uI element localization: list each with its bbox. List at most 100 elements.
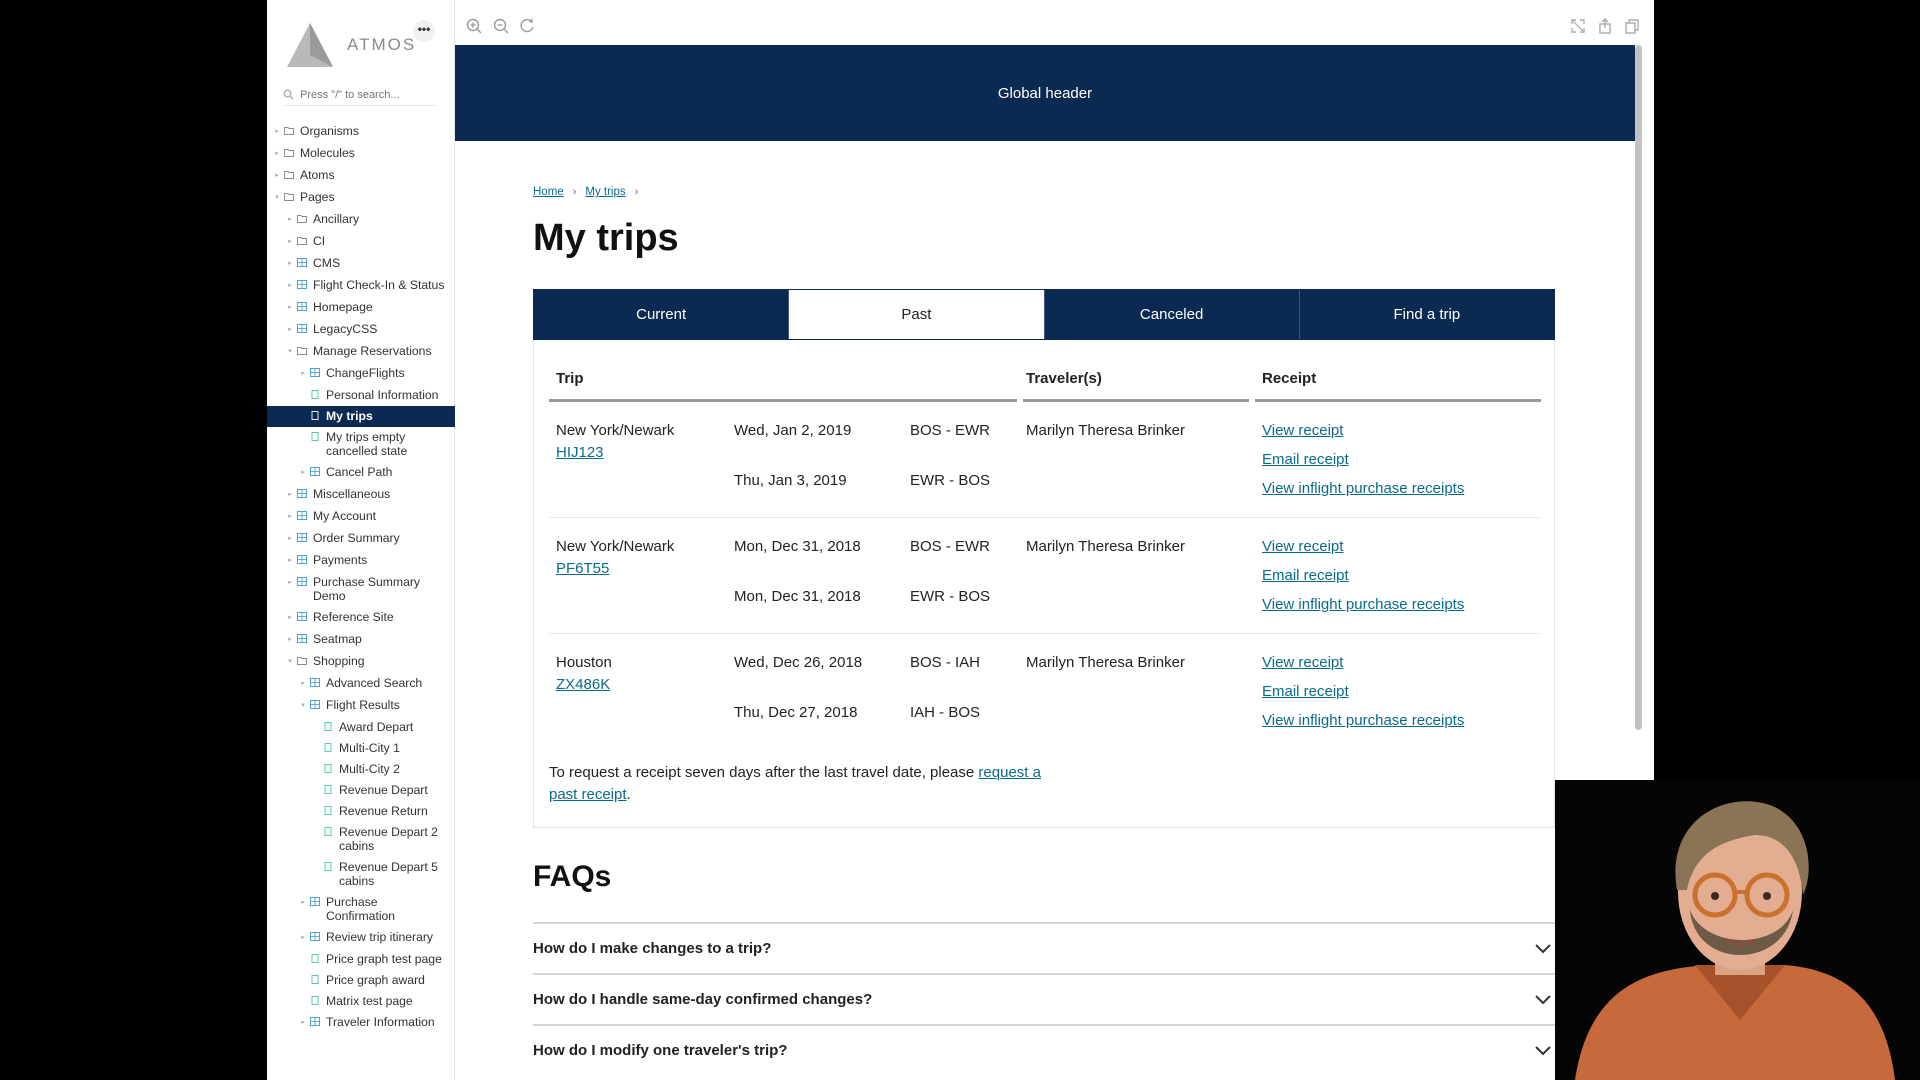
trip-city: New York/Newark: [556, 422, 675, 439]
sidebar-item-cms[interactable]: ▸ CMS: [267, 253, 455, 275]
scrollbar[interactable]: [1635, 45, 1642, 730]
confirmation-code-link[interactable]: PF6T55: [556, 560, 609, 577]
caret-right-icon[interactable]: ▸: [286, 554, 294, 568]
caret-right-icon[interactable]: ▸: [286, 576, 294, 590]
tab-past[interactable]: Past: [789, 290, 1045, 339]
sidebar-item-order-summary[interactable]: ▸ Order Summary: [267, 528, 455, 550]
search-input[interactable]: [300, 88, 430, 101]
sidebar-item-traveler-information[interactable]: ▸ Traveler Information: [267, 1012, 455, 1034]
sidebar-item-atoms[interactable]: ▸ Atoms: [267, 165, 455, 187]
caret-down-icon[interactable]: ▾: [286, 655, 294, 669]
sidebar-item-purchase-summary-demo[interactable]: ▸ Purchase Summary Demo: [267, 572, 455, 607]
faq-item[interactable]: How do I make changes to a trip?: [533, 922, 1555, 973]
sidebar-item-matrix-test-page[interactable]: Matrix test page: [267, 991, 455, 1012]
sidebar-item-purchase-confirmation[interactable]: ▸ Purchase Confirmation: [267, 892, 455, 927]
sidebar-item-revenue-depart-5-cabins[interactable]: Revenue Depart 5 cabins: [267, 857, 455, 892]
caret-right-icon[interactable]: ▸: [273, 125, 281, 139]
caret-right-icon[interactable]: ▸: [286, 235, 294, 249]
sidebar-item-changeflights[interactable]: ▸ ChangeFlights: [267, 363, 455, 385]
caret-right-icon[interactable]: ▸: [286, 279, 294, 293]
sidebar-item-review-trip-itinerary[interactable]: ▸ Review trip itinerary: [267, 927, 455, 949]
sidebar-item-flight-check-in-status[interactable]: ▸ Flight Check-In & Status: [267, 275, 455, 297]
caret-right-icon[interactable]: ▸: [286, 213, 294, 227]
sidebar-item-revenue-depart-2-cabins[interactable]: Revenue Depart 2 cabins: [267, 822, 455, 857]
sidebar-item-price-graph-award[interactable]: Price graph award: [267, 970, 455, 991]
sidebar-item-organisms[interactable]: ▸ Organisms: [267, 121, 455, 143]
tab-current[interactable]: Current: [534, 290, 790, 339]
brand[interactable]: ATMOS: [285, 20, 416, 70]
sidebar-item-cancel-path[interactable]: ▸ Cancel Path: [267, 462, 455, 484]
caret-right-icon[interactable]: ▸: [286, 633, 294, 647]
caret-right-icon[interactable]: ▸: [286, 532, 294, 546]
sidebar-item-my-trips-empty-cancelled-state[interactable]: My trips empty cancelled state: [267, 427, 455, 462]
sidebar-item-miscellaneous[interactable]: ▸ Miscellaneous: [267, 484, 455, 506]
sidebar-item-personal-information[interactable]: Personal Information: [267, 385, 455, 406]
caret-right-icon[interactable]: ▸: [299, 896, 307, 910]
caret-down-icon[interactable]: ▾: [299, 699, 307, 713]
caret-right-icon[interactable]: ▸: [273, 169, 281, 183]
caret-right-icon[interactable]: ▸: [299, 466, 307, 480]
caret-right-icon[interactable]: ▸: [273, 147, 281, 161]
caret-right-icon[interactable]: ▸: [286, 301, 294, 315]
view-receipt-link[interactable]: View receipt: [1262, 422, 1343, 439]
sidebar-item-ci[interactable]: ▸ CI: [267, 231, 455, 253]
caret-right-icon[interactable]: ▸: [286, 257, 294, 271]
copy-icon[interactable]: [1623, 17, 1641, 35]
sidebar-item-label: Personal Information: [326, 388, 439, 402]
tab-canceled[interactable]: Canceled: [1044, 290, 1300, 339]
view-receipt-link[interactable]: View receipt: [1262, 538, 1343, 555]
sidebar-item-multi-city-2[interactable]: Multi-City 2: [267, 759, 455, 780]
more-options-button[interactable]: •••: [413, 20, 435, 42]
sidebar-item-pages[interactable]: ▾ Pages: [267, 187, 455, 209]
sidebar-item-revenue-return[interactable]: Revenue Return: [267, 801, 455, 822]
sidebar-item-price-graph-test-page[interactable]: Price graph test page: [267, 949, 455, 970]
sidebar-item-flight-results[interactable]: ▾ Flight Results: [267, 695, 455, 717]
sidebar-item-award-depart[interactable]: Award Depart: [267, 717, 455, 738]
view-inflight-receipts-link[interactable]: View inflight purchase receipts: [1262, 480, 1464, 497]
tab-find-a-trip[interactable]: Find a trip: [1299, 290, 1554, 339]
sidebar-item-seatmap[interactable]: ▸ Seatmap: [267, 629, 455, 651]
email-receipt-link[interactable]: Email receipt: [1262, 451, 1349, 468]
confirmation-code-link[interactable]: HIJ123: [556, 444, 604, 461]
breadcrumb-home-link[interactable]: Home: [533, 186, 564, 198]
caret-right-icon[interactable]: ▸: [286, 488, 294, 502]
caret-right-icon[interactable]: ▸: [299, 677, 307, 691]
caret-right-icon[interactable]: ▸: [299, 931, 307, 945]
component-icon: [297, 533, 307, 542]
sidebar-item-multi-city-1[interactable]: Multi-City 1: [267, 738, 455, 759]
sidebar-item-homepage[interactable]: ▸ Homepage: [267, 297, 455, 319]
fullscreen-icon[interactable]: [1569, 17, 1587, 35]
zoom-reset-icon[interactable]: [519, 17, 537, 35]
caret-right-icon[interactable]: ▸: [286, 611, 294, 625]
caret-down-icon[interactable]: ▾: [273, 191, 281, 205]
sidebar-item-manage-reservations[interactable]: ▾ Manage Reservations: [267, 341, 455, 363]
caret-right-icon[interactable]: ▸: [286, 323, 294, 337]
email-receipt-link[interactable]: Email receipt: [1262, 683, 1349, 700]
sidebar-item-reference-site[interactable]: ▸ Reference Site: [267, 607, 455, 629]
view-inflight-receipts-link[interactable]: View inflight purchase receipts: [1262, 712, 1464, 729]
email-receipt-link[interactable]: Email receipt: [1262, 567, 1349, 584]
caret-right-icon[interactable]: ▸: [299, 1016, 307, 1030]
sidebar-item-payments[interactable]: ▸ Payments: [267, 550, 455, 572]
faq-item[interactable]: How do I handle same-day confirmed chang…: [533, 973, 1555, 1024]
trip-route: BOS - EWR: [910, 538, 991, 555]
sidebar-item-molecules[interactable]: ▸ Molecules: [267, 143, 455, 165]
zoom-out-icon[interactable]: [492, 17, 510, 35]
caret-down-icon[interactable]: ▾: [286, 345, 294, 359]
sidebar-item-advanced-search[interactable]: ▸ Advanced Search: [267, 673, 455, 695]
sidebar-item-my-trips[interactable]: My trips: [267, 406, 455, 427]
caret-right-icon[interactable]: ▸: [299, 367, 307, 381]
sidebar-item-shopping[interactable]: ▾ Shopping: [267, 651, 455, 673]
confirmation-code-link[interactable]: ZX486K: [556, 676, 610, 693]
sidebar-item-revenue-depart[interactable]: Revenue Depart: [267, 780, 455, 801]
zoom-in-icon[interactable]: [465, 17, 483, 35]
caret-right-icon[interactable]: ▸: [286, 510, 294, 524]
sidebar-item-legacycss[interactable]: ▸ LegacyCSS: [267, 319, 455, 341]
view-inflight-receipts-link[interactable]: View inflight purchase receipts: [1262, 596, 1464, 613]
sidebar-item-my-account[interactable]: ▸ My Account: [267, 506, 455, 528]
breadcrumb-my-trips-link[interactable]: My trips: [585, 186, 625, 198]
share-icon[interactable]: [1596, 17, 1614, 35]
faq-item[interactable]: How do I modify one traveler's trip?: [533, 1024, 1555, 1075]
view-receipt-link[interactable]: View receipt: [1262, 654, 1343, 671]
sidebar-item-ancillary[interactable]: ▸ Ancillary: [267, 209, 455, 231]
